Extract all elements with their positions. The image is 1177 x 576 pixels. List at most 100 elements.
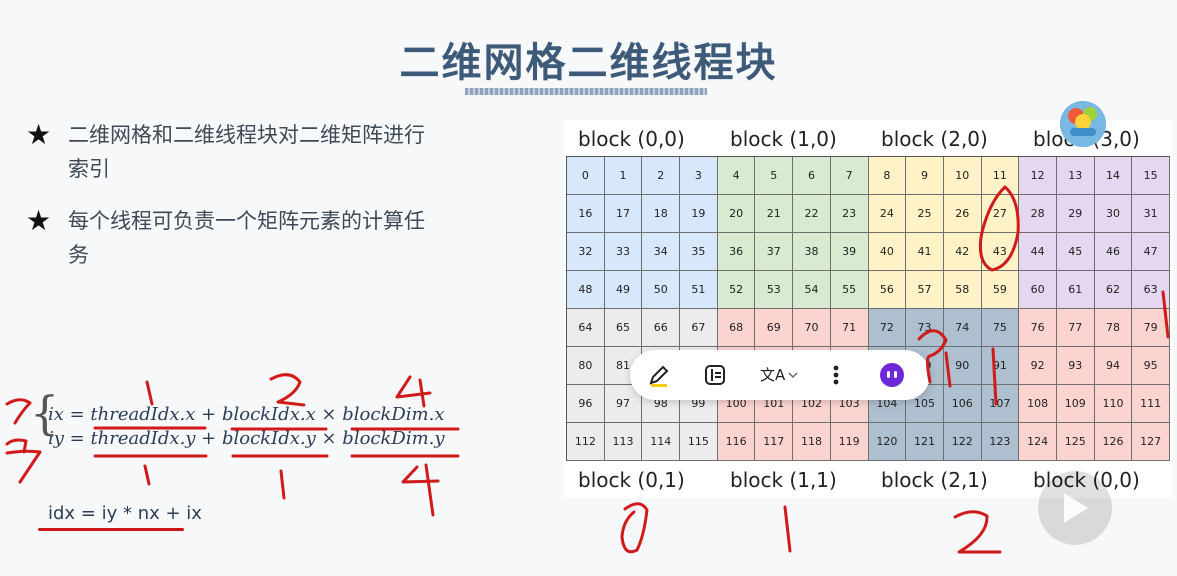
handwritten-four xyxy=(395,375,432,408)
thread-cell: 77 xyxy=(1056,309,1095,347)
thread-cell: 119 xyxy=(830,423,869,461)
thread-cell: 17 xyxy=(604,195,643,233)
bullet-text: 二维网格和二维线程块对二维矩阵进行索引 xyxy=(68,123,425,181)
block-label: block (1,0) xyxy=(730,127,837,151)
thread-cell: 35 xyxy=(680,233,718,271)
floating-toolbar: 文A xyxy=(630,350,930,400)
thread-cell: 9 xyxy=(906,157,944,195)
thread-cell: 22 xyxy=(793,195,831,233)
block-label: block (2,0) xyxy=(881,127,988,151)
thread-cell: 55 xyxy=(830,271,869,309)
thread-cell: 73 xyxy=(906,309,944,347)
thread-cell: 7 xyxy=(830,157,869,195)
thread-cell: 16 xyxy=(567,195,605,233)
handwritten-two xyxy=(269,373,306,407)
thread-cell: 34 xyxy=(642,233,681,271)
thread-cell: 44 xyxy=(1019,233,1057,271)
thread-cell: 66 xyxy=(642,309,681,347)
thread-cell: 23 xyxy=(830,195,869,233)
thread-cell: 45 xyxy=(1056,233,1095,271)
block-label: block (0,0) xyxy=(578,127,685,151)
thread-cell: 107 xyxy=(981,385,1020,423)
panel-icon[interactable] xyxy=(701,361,729,389)
app-icon[interactable] xyxy=(1060,101,1106,147)
thread-cell: 95 xyxy=(1132,347,1170,385)
thread-cell: 54 xyxy=(793,271,831,309)
thread-cell: 20 xyxy=(717,195,756,233)
thread-cell: 90 xyxy=(943,347,982,385)
thread-cell: 26 xyxy=(943,195,982,233)
linear-index-formula: idx = iy * nx + ix xyxy=(48,503,202,524)
thread-cell: 114 xyxy=(642,423,681,461)
assistant-icon[interactable] xyxy=(878,361,906,389)
thread-cell: 31 xyxy=(1132,195,1170,233)
thread-cell: 8 xyxy=(868,157,907,195)
thread-cell: 47 xyxy=(1132,233,1170,271)
thread-cell: 110 xyxy=(1094,385,1133,423)
block-label: block (0,1) xyxy=(578,468,685,492)
thread-cell: 64 xyxy=(567,309,605,347)
handwritten-four xyxy=(401,463,440,517)
thread-cell: 32 xyxy=(567,233,605,271)
thread-cell: 113 xyxy=(604,423,643,461)
play-button[interactable] xyxy=(1038,471,1112,545)
handwritten-one xyxy=(783,505,792,553)
thread-cell: 50 xyxy=(642,271,681,309)
block-label: block (2,1) xyxy=(881,468,988,492)
title-underline xyxy=(465,88,707,95)
thread-cell: 109 xyxy=(1056,385,1095,423)
thread-cell: 36 xyxy=(717,233,756,271)
thread-cell: 120 xyxy=(868,423,907,461)
bullet-item: ★ 二维网格和二维线程块对二维矩阵进行索引 xyxy=(26,118,426,186)
thread-cell: 38 xyxy=(793,233,831,271)
thread-cell: 59 xyxy=(981,271,1020,309)
thread-cell: 62 xyxy=(1094,271,1133,309)
thread-grid: 0 1 2 3 4 5 6 7 8 9 10 11 12 13 14 15 16 17 18 19 20 21 22 23 24… xyxy=(566,156,1170,461)
thread-cell: 14 xyxy=(1094,157,1133,195)
thread-cell: 30 xyxy=(1094,195,1133,233)
thread-cell: 27 xyxy=(981,195,1020,233)
thread-cell: 106 xyxy=(943,385,982,423)
thread-cell: 48 xyxy=(567,271,605,309)
thread-cell: 12 xyxy=(1019,157,1057,195)
formula-y: iy = threadIdx.y + blockIdx.y × blockDim… xyxy=(48,428,445,449)
thread-cell: 52 xyxy=(717,271,756,309)
star-icon: ★ xyxy=(26,204,52,237)
thread-cell: 57 xyxy=(906,271,944,309)
star-icon: ★ xyxy=(26,118,52,151)
more-icon[interactable] xyxy=(822,361,850,389)
thread-cell: 96 xyxy=(567,385,605,423)
handwritten-zero xyxy=(620,502,649,554)
thread-cell: 43 xyxy=(981,233,1020,271)
thread-cell: 123 xyxy=(981,423,1020,461)
thread-cell: 80 xyxy=(567,347,605,385)
thread-cell: 37 xyxy=(755,233,794,271)
thread-cell: 79 xyxy=(1132,309,1170,347)
formula-x: ix = threadIdx.x + blockIdx.x × blockDim… xyxy=(48,404,445,425)
thread-cell: 42 xyxy=(943,233,982,271)
translate-icon[interactable]: 文A xyxy=(757,361,801,389)
bullet-list: ★ 二维网格和二维线程块对二维矩阵进行索引 ★ 每个线程可负责一个矩阵元素的计算… xyxy=(26,118,426,290)
thread-cell: 5 xyxy=(755,157,794,195)
thread-cell: 25 xyxy=(906,195,944,233)
thread-cell: 2 xyxy=(642,157,681,195)
thread-cell: 125 xyxy=(1056,423,1095,461)
thread-cell: 1 xyxy=(604,157,643,195)
thread-cell: 28 xyxy=(1019,195,1057,233)
pen-icon[interactable] xyxy=(645,361,673,389)
thread-cell: 118 xyxy=(793,423,831,461)
thread-cell: 40 xyxy=(868,233,907,271)
thread-cell: 112 xyxy=(567,423,605,461)
thread-cell: 24 xyxy=(868,195,907,233)
thread-cell: 68 xyxy=(717,309,756,347)
thread-cell: 117 xyxy=(755,423,794,461)
thread-cell: 56 xyxy=(868,271,907,309)
handwritten-mark xyxy=(5,398,32,425)
block-label: block (1,1) xyxy=(730,468,837,492)
thread-cell: 94 xyxy=(1094,347,1133,385)
handwritten-one xyxy=(145,380,154,406)
thread-cell: 53 xyxy=(755,271,794,309)
thread-cell: 13 xyxy=(1056,157,1095,195)
thread-cell: 92 xyxy=(1019,347,1057,385)
handwritten-one xyxy=(143,464,151,486)
